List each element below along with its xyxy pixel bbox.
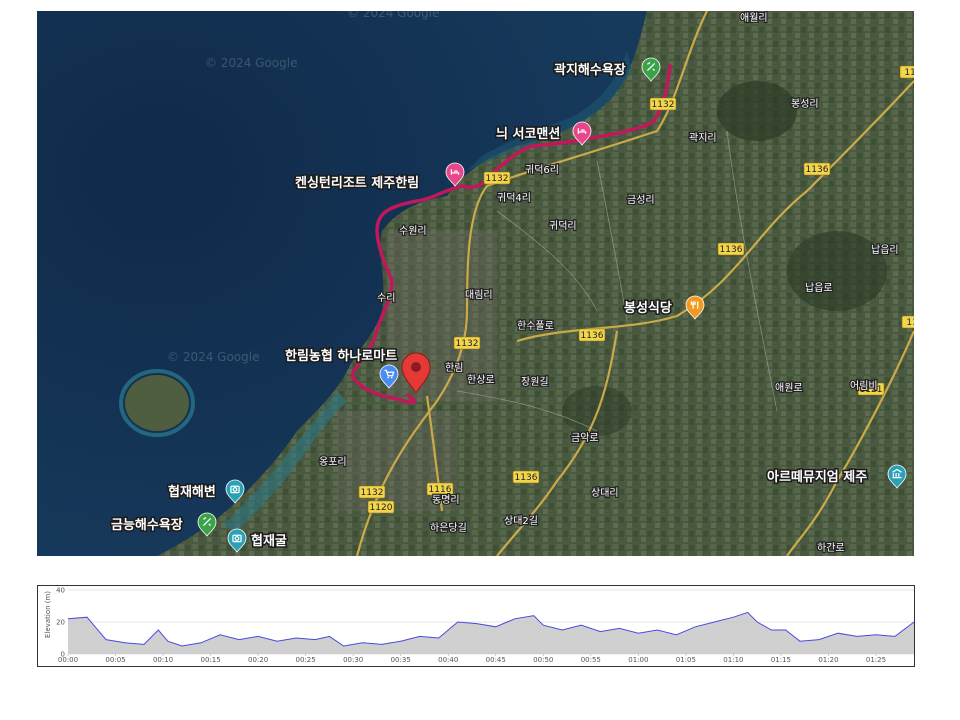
x-tick-label: 00:10	[153, 656, 173, 664]
poi-label: 금능해수욕장	[111, 517, 183, 533]
area-label: 수리	[377, 292, 395, 304]
x-tick-label: 00:55	[581, 656, 601, 664]
poi-label: 협재해변	[168, 484, 216, 500]
map-canvas[interactable]: 1132 1132 1136 1136 1136 1136 1132 1116 1132 1120…	[37, 11, 914, 556]
x-tick-label: 00:40	[438, 656, 458, 664]
road-shield-1136: 1136	[717, 242, 745, 256]
road-shield-1136: 1136	[512, 470, 540, 484]
road-shield-label: 1120	[370, 503, 393, 513]
map-watermark: © 2024 Google	[167, 350, 259, 364]
road-shield-1136: 1136	[803, 162, 831, 176]
poi-label: 봉성식당	[624, 300, 672, 316]
road-shield-label: 1136	[581, 331, 604, 341]
area-label: 상대리	[591, 487, 619, 499]
area-label: 동명리	[432, 494, 460, 506]
x-tick-label: 01:15	[771, 656, 791, 664]
area-label: 대림리	[465, 289, 493, 301]
area-label: 애원로	[775, 382, 803, 394]
poi-label: 늬 서코맨션	[496, 126, 560, 142]
area-label: 납읍리	[871, 244, 899, 256]
area-label: 하간로	[817, 541, 845, 554]
poi-label: 켄싱턴리조트 제주한림	[295, 175, 419, 191]
elevation-chart: Elevation (m) 4020000:00 00:05 00:10 00:15 0…	[44, 587, 915, 664]
x-tick-label: 00:15	[200, 656, 220, 664]
x-tick-label: 00:35	[391, 656, 411, 664]
area-label: 하은당길	[430, 521, 467, 534]
road-shield-label: 1132	[486, 174, 509, 184]
area-label: 수원리	[399, 225, 427, 237]
area-label: 금성리	[627, 194, 655, 206]
area-label: 봉성리	[791, 98, 819, 110]
elevation-profile: Elevation (m) 40 20 0 00:00 00:05 00:10 00:15 0…	[37, 585, 915, 667]
area-label: 곽지리	[689, 132, 717, 144]
x-tick-label: 01:25	[866, 656, 886, 664]
x-tick-label: 00:20	[248, 656, 268, 664]
area-label: 옹포리	[319, 456, 347, 468]
poi-label: 곽지해수욕장	[554, 62, 626, 78]
road-shield-label: 1132	[652, 100, 675, 110]
elevation-area	[68, 612, 914, 654]
forest-area	[787, 231, 887, 311]
road-shield-1120: 1120	[367, 500, 395, 514]
x-tick-label: 00:45	[486, 656, 506, 664]
road-shield-1132: 1132	[358, 485, 386, 499]
x-tick-label: 01:00	[628, 656, 648, 664]
road-shield-label: 1116	[429, 485, 452, 495]
road-shield-label: 1136	[515, 473, 538, 483]
area-label: 한상로	[467, 374, 495, 386]
map-watermark: © 2024 Google	[205, 56, 297, 70]
road-shield-label: 1136	[806, 165, 829, 175]
poi-label: 아르떼뮤지엄 제주	[767, 469, 867, 485]
forest-area	[717, 81, 797, 141]
x-tick-label: 00:50	[533, 656, 553, 664]
area-label: 귀덕4리	[497, 192, 531, 204]
satellite-map[interactable]: 1132 1132 1136 1136 1136 1136 1132 1116 1132 1120…	[37, 11, 914, 556]
road-shield-1132: 1132	[483, 171, 511, 185]
road-shield-label: 1132	[456, 339, 479, 349]
road-shield-label: 113	[904, 68, 914, 78]
island	[125, 375, 189, 431]
x-tick-label: 00:30	[343, 656, 363, 664]
x-tick-label: 00:25	[296, 656, 316, 664]
area-label: 금악로	[571, 432, 599, 444]
area-label: 한수풀로	[517, 320, 554, 332]
area-label: 상대2길	[504, 514, 538, 527]
poi-label: 협재굴	[251, 533, 287, 549]
road-shield-1136: 1136	[578, 328, 606, 342]
area-label: 애월리	[740, 12, 768, 24]
x-tick-label: 01:20	[818, 656, 838, 664]
road-shield-1132: 1132	[649, 97, 677, 111]
x-tick-label: 00:00	[58, 656, 78, 664]
elevation-axis-label: Elevation (m)	[44, 591, 52, 638]
poi-label: 한림농협 하나로마트	[285, 348, 397, 364]
x-tick-label: 01:05	[676, 656, 696, 664]
road-shield-label: 113	[906, 318, 914, 328]
map-watermark: © 2024 Google	[347, 11, 439, 20]
y-tick-label: 20	[56, 619, 65, 627]
x-tick-label: 01:10	[723, 656, 743, 664]
road-shield-label: 1136	[720, 245, 743, 255]
road-shield-113: 113	[901, 315, 914, 329]
x-tick-label: 00:05	[105, 656, 125, 664]
area-label: 장원길	[521, 375, 549, 388]
area-label: 어림비	[850, 380, 878, 392]
road-shield-label: 1132	[361, 488, 384, 498]
y-tick-label: 40	[56, 587, 65, 595]
area-label: 귀덕리	[549, 220, 577, 232]
road-shield-1132: 1132	[453, 336, 481, 350]
road-shield-1116: 1116	[426, 482, 454, 496]
area-label: 귀덕6리	[525, 164, 559, 176]
area-label: 한림	[445, 362, 463, 374]
area-label: 납읍로	[805, 282, 833, 294]
road-shield-113: 113	[899, 65, 914, 79]
